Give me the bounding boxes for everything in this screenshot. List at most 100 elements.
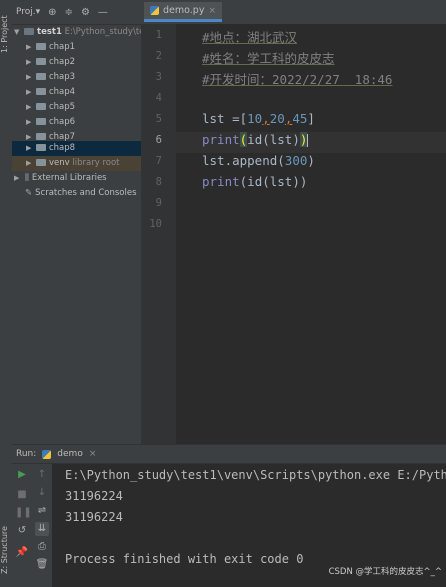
line-number: 9 — [155, 197, 162, 209]
tree-item-label: chap5 — [49, 102, 76, 112]
hide-icon[interactable]: — — [98, 7, 108, 18]
line-number: 1 — [155, 29, 162, 41]
tree-item-label: venv — [49, 158, 70, 168]
code-number: 10 — [247, 111, 263, 126]
code-token: id(lst) — [247, 132, 300, 147]
print-icon[interactable]: ⎙ — [35, 540, 49, 554]
line-number: 5 — [155, 113, 162, 125]
pin-icon[interactable]: 📌 — [15, 546, 29, 560]
run-toolbar: ▶ ■ ❚❚ ↺ 📌 ↑ ↓ ⇌ ⇊ ⎙ 🗑 — [12, 464, 52, 587]
line-number: 7 — [155, 155, 162, 167]
tab-label: demo.py — [163, 5, 205, 16]
chevron-right-icon[interactable]: ▶ — [26, 85, 34, 100]
chevron-right-icon[interactable]: ▶ — [14, 171, 22, 186]
project-view-dropdown[interactable]: Proj.▾ — [16, 7, 40, 17]
code-line-1: #地点：湖北武汉 — [202, 30, 298, 45]
code-token: lst =[ — [202, 111, 248, 126]
pause-icon[interactable]: ❚❚ — [15, 506, 32, 520]
run-label: Run: — [16, 449, 37, 459]
locate-icon[interactable]: ⊕ — [48, 7, 56, 18]
line-number: 10 — [149, 218, 162, 230]
matched-bracket: ) — [299, 132, 308, 147]
tree-item-label: chap8 — [49, 143, 76, 153]
trash-icon[interactable]: 🗑 — [35, 558, 49, 572]
scroll-to-end-icon[interactable]: ⇊ — [35, 522, 49, 536]
code-line-8: print(id(lst)) — [202, 174, 307, 189]
chevron-right-icon[interactable]: ▶ — [26, 115, 34, 130]
chevron-down-icon[interactable]: ▼ — [14, 25, 22, 40]
code-line-2: #姓名：学工科的皮皮志 — [202, 51, 335, 66]
folder-icon — [36, 144, 46, 151]
code-token: lst.append( — [202, 153, 285, 168]
structure-tool-tab[interactable]: Z: Structure — [0, 520, 12, 580]
tree-item-label: External Libraries — [31, 173, 107, 183]
tab-demo-py[interactable]: demo.py × — [144, 2, 222, 22]
run-panel-header: Run: demo × — [12, 444, 446, 464]
tree-item-chap1[interactable]: ▶ chap1 — [12, 40, 141, 55]
soft-wrap-icon[interactable]: ⇌ — [35, 504, 49, 518]
python-file-icon — [150, 6, 159, 15]
code-number: 300 — [284, 153, 308, 168]
scratches-icon: ✎ — [25, 188, 33, 198]
tree-item-venv[interactable]: ▶ venv library root — [12, 156, 141, 171]
text-cursor — [307, 134, 309, 147]
tree-item-label: Scratches and Consoles — [35, 188, 137, 198]
line-number: 8 — [155, 176, 162, 188]
tree-item-chap4[interactable]: ▶ chap4 — [12, 85, 141, 100]
tree-item-chap5[interactable]: ▶ chap5 — [12, 100, 141, 115]
code-token: (id(lst)) — [239, 174, 308, 189]
folder-icon — [36, 58, 46, 65]
stop-icon[interactable]: ■ — [15, 488, 29, 502]
library-root-tag: library root — [72, 158, 120, 168]
tree-item-label: chap1 — [49, 42, 76, 52]
folder-icon — [36, 103, 46, 110]
chevron-right-icon[interactable]: ▶ — [26, 40, 34, 55]
code-token: ] — [307, 111, 315, 126]
tree-item-label: chap2 — [49, 57, 76, 67]
libraries-icon: ⫼ — [25, 173, 29, 183]
code-editor[interactable]: #地点：湖北武汉 #姓名：学工科的皮皮志 #开发时间：2022/2/27 18:… — [176, 24, 446, 444]
console-line: 31196224 — [65, 489, 123, 503]
code-keyword: print — [202, 174, 240, 189]
console-line: 31196224 — [65, 510, 123, 524]
code-number: 20 — [269, 111, 285, 126]
rerun-icon[interactable]: ▶ — [15, 468, 29, 482]
arrow-down-icon[interactable]: ↓ — [35, 486, 49, 500]
folder-icon — [36, 88, 46, 95]
tree-item-scratches[interactable]: ✎ Scratches and Consoles — [12, 186, 141, 201]
chevron-right-icon[interactable]: ▶ — [26, 141, 34, 156]
folder-icon — [36, 133, 46, 140]
code-line-5: lst =[10,20,45] — [202, 111, 315, 126]
tree-item-test1[interactable]: ▼ test1 E:\Python_study\te — [12, 25, 141, 40]
console-line: Process finished with exit code 0 — [65, 552, 304, 566]
close-icon[interactable]: × — [89, 449, 97, 459]
tree-item-chap8[interactable]: ▶ chap8 — [12, 141, 141, 156]
project-panel-header: Proj.▾ ⊕ ≑ ⚙ — — [12, 0, 141, 25]
collapse-icon[interactable]: ≑ — [65, 7, 73, 18]
project-panel: Proj.▾ ⊕ ≑ ⚙ — ▼ test1 E:\Python_study\te… — [12, 0, 141, 444]
gear-icon[interactable]: ⚙ — [81, 7, 90, 18]
tree-item-path: E:\Python_study\te — [64, 27, 141, 37]
arrow-up-icon[interactable]: ↑ — [35, 468, 49, 482]
close-icon[interactable]: × — [208, 6, 216, 16]
tree-item-chap6[interactable]: ▶ chap6 — [12, 115, 141, 130]
code-token: ) — [307, 153, 315, 168]
python-file-icon — [42, 449, 52, 459]
tree-item-external-libraries[interactable]: ▶ ⫼ External Libraries — [12, 171, 141, 186]
code-line-3: #开发时间：2022/2/27 18:46 — [202, 72, 393, 87]
project-tool-tab[interactable]: 1: Project — [0, 6, 12, 62]
chevron-right-icon[interactable]: ▶ — [26, 100, 34, 115]
line-number: 3 — [155, 71, 162, 83]
line-number: 6 — [155, 134, 162, 146]
tree-item-chap2[interactable]: ▶ chap2 — [12, 55, 141, 70]
line-number-gutter: 1 2 3 4 5 6 7 8 9 10 — [141, 24, 200, 444]
chevron-right-icon[interactable]: ▶ — [26, 156, 34, 171]
run-config-tab[interactable]: demo — [57, 449, 83, 459]
chevron-right-icon[interactable]: ▶ — [26, 70, 34, 85]
editor-tab-bar: demo.py × — [141, 0, 446, 25]
restore-layout-icon[interactable]: ↺ — [15, 524, 29, 538]
tree-item-chap3[interactable]: ▶ chap3 — [12, 70, 141, 85]
chevron-right-icon[interactable]: ▶ — [26, 55, 34, 70]
code-token: , — [262, 111, 270, 126]
line-number: 2 — [155, 50, 162, 62]
